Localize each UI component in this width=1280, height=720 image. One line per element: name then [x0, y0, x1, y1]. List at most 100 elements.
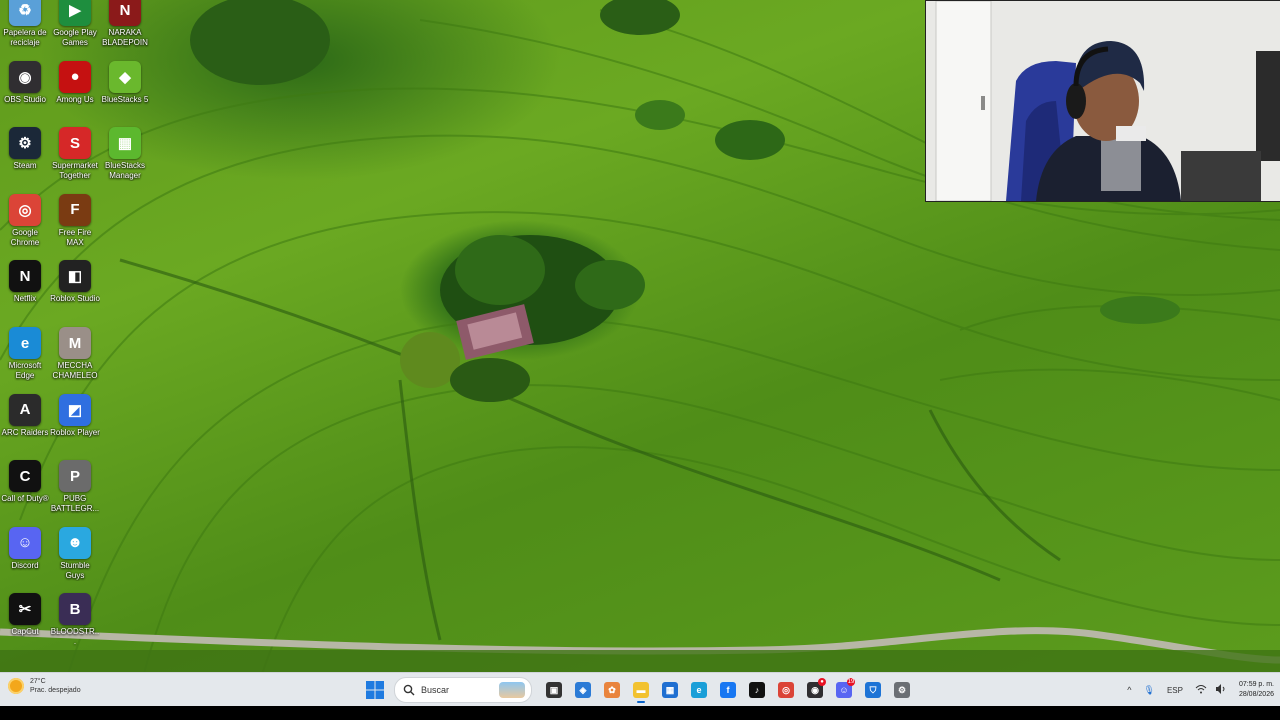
- desktop-icon-label: Google Chrome: [10, 227, 40, 247]
- desktop-icon-label: MECCHA CHAMELEON: [52, 361, 98, 380]
- free-fire-icon: F: [59, 193, 91, 226]
- desktop-icon[interactable]: P PUBG BATTLEGR...: [50, 460, 100, 514]
- webcam-overlay: [925, 0, 1280, 202]
- sun-icon: [8, 678, 24, 694]
- desktop-icon[interactable]: ☻ Stumble Guys: [50, 526, 100, 581]
- copilot-icon: ◈: [575, 682, 591, 698]
- stumble-guys-icon: ☻: [59, 526, 91, 559]
- desktop-icon[interactable]: ◩ Roblox Player: [50, 393, 100, 438]
- task-view-icon: ▣: [546, 682, 562, 698]
- desktop-icon[interactable]: ◧ Roblox Studio: [50, 260, 100, 304]
- bluestacks-icon: ◆: [109, 60, 141, 93]
- search-icon: [403, 684, 415, 696]
- edge-icon: e: [691, 682, 707, 698]
- start-button[interactable]: [362, 677, 388, 703]
- taskbar-app-button[interactable]: ▬: [628, 677, 654, 703]
- file-explorer-icon: ▬: [633, 682, 649, 698]
- taskbar-app-button[interactable]: ▦: [657, 677, 683, 703]
- show-hidden-icons-chevron-icon[interactable]: ^: [1127, 685, 1131, 695]
- taskbar-app-button[interactable]: ◉ ●: [802, 677, 828, 703]
- desktop-icon[interactable]: B BLOODSTR...: [50, 593, 100, 647]
- supermarket-together-icon: S: [59, 127, 91, 160]
- taskbar-app-button[interactable]: f: [715, 677, 741, 703]
- language-indicator[interactable]: ESP: [1167, 686, 1183, 695]
- desktop-icon[interactable]: A ARC Raiders: [0, 393, 50, 438]
- naraka-icon: N: [109, 0, 141, 26]
- desktop-icon-label: Roblox Studio: [50, 294, 100, 304]
- discord-icon: ☺: [9, 526, 41, 559]
- search-placeholder: Buscar: [421, 685, 450, 695]
- steam-icon: ⚙: [9, 127, 41, 160]
- desktop-icon-label: Discord: [11, 560, 39, 570]
- desktop-icon[interactable]: F Free Fire MAX: [50, 193, 100, 248]
- security-icon: ⛉: [865, 682, 881, 698]
- desktop-icon[interactable]: e Microsoft Edge: [0, 327, 50, 381]
- screen-bottom-border: [0, 706, 1280, 720]
- desktop-icon-label: BLOODSTR...: [50, 627, 100, 647]
- among-us-icon: ●: [59, 60, 91, 93]
- weather-temperature: 27°C: [30, 678, 46, 685]
- roblox-studio-icon: ◧: [59, 260, 91, 293]
- taskbar-app-button[interactable]: e: [686, 677, 712, 703]
- desktop-icon-label: BlueStacks Manager: [104, 161, 146, 181]
- desktop-icon-label: OBS Studio: [4, 94, 46, 104]
- desktop-icon[interactable]: ✂ CapCut: [0, 593, 50, 637]
- desktop-icon[interactable]: ▶ Google Play Games: [50, 0, 100, 48]
- desktop-icon[interactable]: ◉ OBS Studio: [0, 60, 50, 105]
- taskbar-app-button[interactable]: ✿: [599, 677, 625, 703]
- desktop-icon-label: Free Fire MAX: [58, 227, 92, 247]
- arc-raiders-icon: A: [9, 393, 41, 426]
- taskbar-app-button[interactable]: ⚙: [889, 677, 915, 703]
- desktop-icon[interactable]: C Call of Duty®: [0, 460, 50, 504]
- clock-date: 28/08/2026: [1238, 691, 1274, 698]
- clock-time: 07:59 p. m.: [1238, 681, 1274, 688]
- search-highlight-image: [499, 682, 525, 698]
- capcut-icon: ✂: [9, 593, 41, 626]
- desktop-icon[interactable]: N NARAKA BLADEPOINT: [100, 0, 150, 48]
- netflix-icon: N: [9, 260, 41, 293]
- desktop-icon[interactable]: S Supermarket Together: [50, 127, 100, 181]
- desktop-icon-label: Steam: [13, 161, 37, 171]
- weather-widget[interactable]: 27°C Prac. despejado: [8, 677, 81, 695]
- google-play-games-icon: ▶: [59, 0, 91, 26]
- taskbar-pinned-apps: ▣ ◈ ✿ ▬ ▦ e f ♪ ◎ ◉ ● ☺ 19 ⛉ ⚙: [538, 677, 915, 703]
- desktop-icon[interactable]: ◆ BlueStacks 5: [100, 60, 150, 105]
- wifi-icon[interactable]: [1195, 684, 1207, 696]
- weather-condition: Prac. despejado: [30, 687, 81, 694]
- desktop-icon-label: Stumble Guys: [60, 560, 90, 580]
- taskbar-search-box[interactable]: Buscar: [394, 677, 532, 703]
- taskbar-app-button[interactable]: ⛉: [860, 677, 886, 703]
- desktop-icon-label: ARC Raiders: [1, 427, 49, 437]
- microphone-icon[interactable]: 🎙: [1144, 685, 1155, 696]
- taskbar-app-button[interactable]: ◎: [773, 677, 799, 703]
- desktop-icon-label: Netflix: [13, 294, 37, 304]
- desktop-icon[interactable]: ♻ Papelera de reciclaje: [0, 0, 50, 48]
- desktop-icon[interactable]: ◎ Google Chrome: [0, 193, 50, 248]
- taskbar-app-button[interactable]: ♪: [744, 677, 770, 703]
- clock[interactable]: 07:59 p. m. 28/08/2026: [1239, 680, 1274, 700]
- desktop-icon-label: Supermarket Together: [52, 161, 98, 181]
- taskbar-app-button[interactable]: ◈: [570, 677, 596, 703]
- volume-icon[interactable]: [1215, 684, 1227, 696]
- desktop-icon-label: NARAKA BLADEPOINT: [102, 28, 148, 47]
- desktop-icon-label: PUBG BATTLEGR...: [50, 494, 100, 514]
- desktop-icon[interactable]: N Netflix: [0, 260, 50, 304]
- photos-icon: ✿: [604, 682, 620, 698]
- desktop-icon-label: Google Play Games: [53, 28, 97, 47]
- desktop-icon-label: CapCut: [11, 627, 39, 637]
- taskbar-app-button[interactable]: ☺ 19: [831, 677, 857, 703]
- desktop-icon-label: Papelera de reciclaje: [3, 28, 47, 47]
- bloodstrike-icon: B: [59, 593, 91, 626]
- settings-icon: ⚙: [894, 682, 910, 698]
- desktop-icon-label: Microsoft Edge: [8, 361, 42, 380]
- desktop-icon[interactable]: M MECCHA CHAMELEON: [50, 327, 100, 381]
- desktop-icon[interactable]: ⚙ Steam: [0, 127, 50, 171]
- desktop-icon[interactable]: ☺ Discord: [0, 526, 50, 571]
- roblox-player-icon: ◩: [59, 393, 91, 426]
- webcam-person-image: [926, 1, 1280, 201]
- bluestacks-manager-icon: ▦: [109, 127, 141, 160]
- desktop-icon[interactable]: ● Among Us: [50, 60, 100, 105]
- desktop-icon[interactable]: ▦ BlueStacks Manager: [100, 127, 150, 181]
- taskbar-app-button[interactable]: ▣: [541, 677, 567, 703]
- notification-badge: 19: [847, 678, 855, 686]
